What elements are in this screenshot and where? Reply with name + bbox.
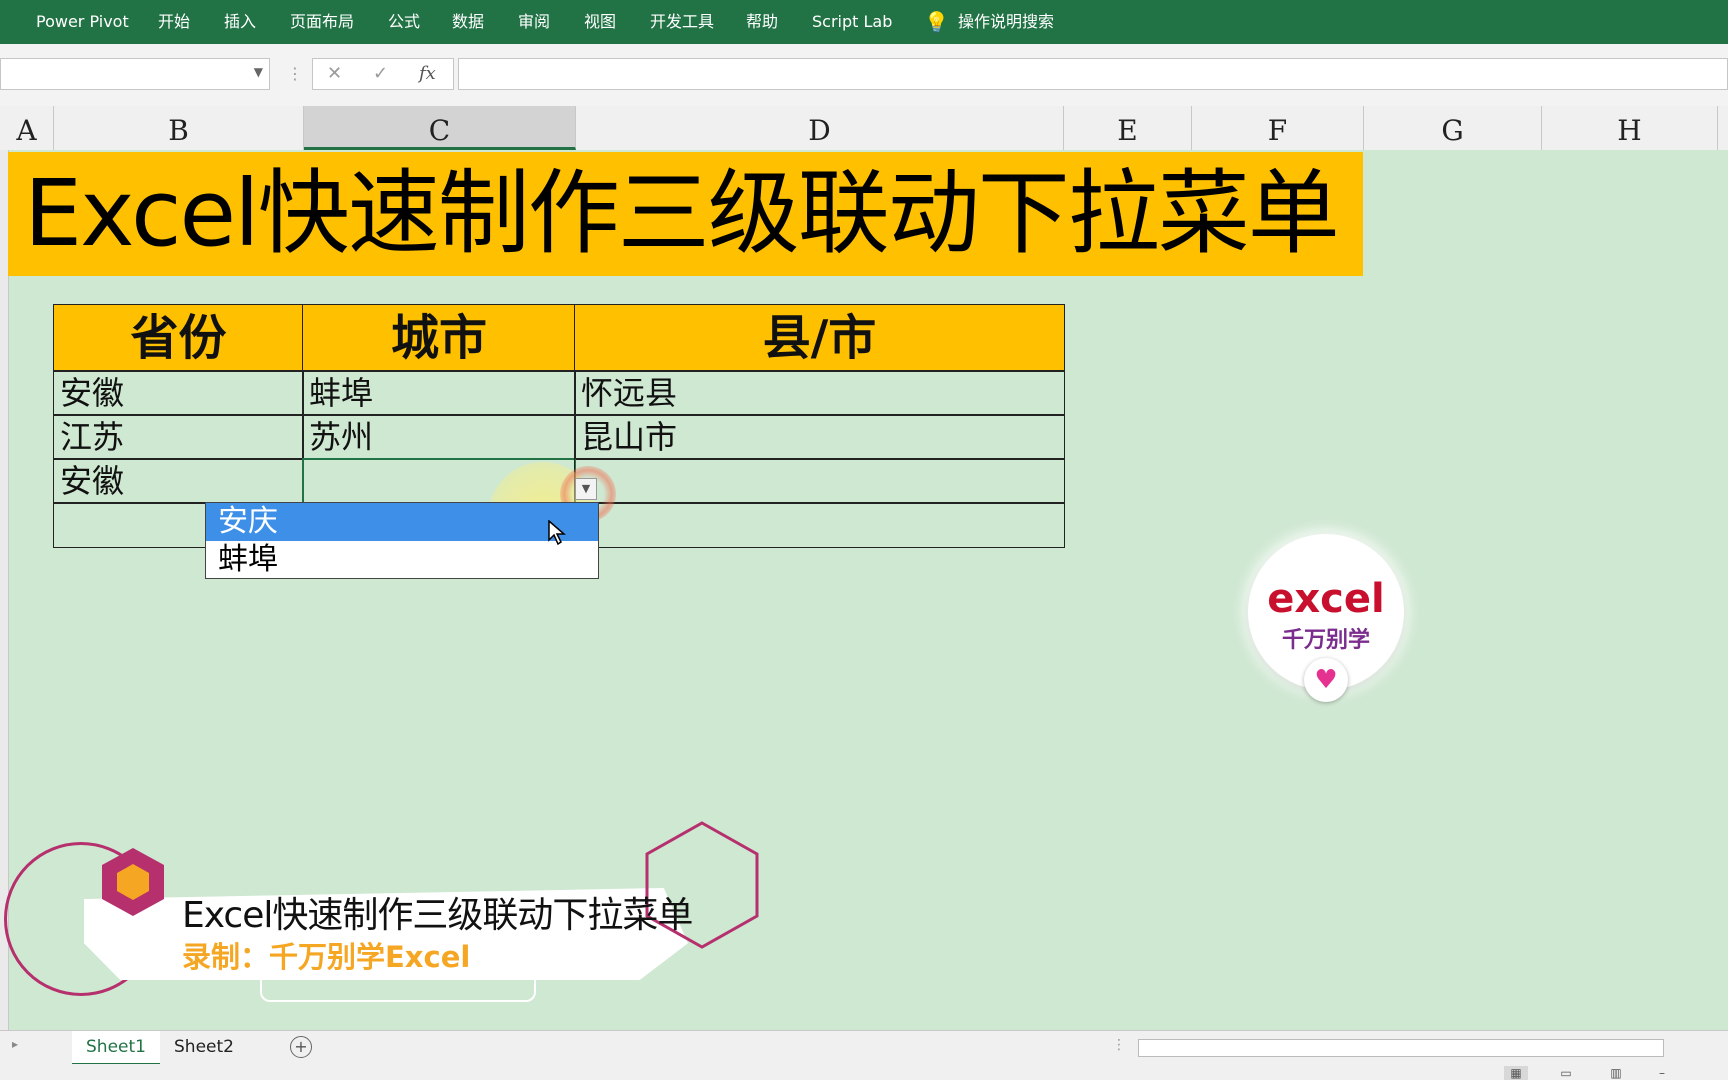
table-cell[interactable]: 怀远县 <box>574 370 1065 416</box>
table-cell[interactable]: 苏州 <box>302 414 576 460</box>
column-header-f[interactable]: F <box>1192 106 1364 150</box>
cancel-icon[interactable]: ✕ <box>327 63 342 84</box>
tab-help[interactable]: 帮助 <box>746 0 778 44</box>
column-header-a[interactable]: A <box>0 106 54 150</box>
column-header-b[interactable]: B <box>54 106 304 150</box>
enter-icon[interactable]: ✓ <box>373 63 388 84</box>
normal-view-icon[interactable]: ▦ <box>1504 1066 1528 1080</box>
table-cell[interactable] <box>574 502 1065 548</box>
dropdown-list: 安庆 蚌埠 <box>205 502 599 579</box>
caption-subtitle: 录制：千万别学Excel <box>182 940 471 974</box>
header-province[interactable]: 省份 <box>53 304 304 372</box>
formula-tools: ✕ ✓ fx <box>312 58 454 90</box>
header-county[interactable]: 县/市 <box>574 304 1065 372</box>
logo-text-subtitle: 千万别学 <box>1281 628 1370 653</box>
column-headers: A B C D E F G H <box>0 106 1728 151</box>
tab-home[interactable]: 开始 <box>158 0 190 44</box>
column-header-h[interactable]: H <box>1542 106 1718 150</box>
tab-data[interactable]: 数据 <box>452 0 484 44</box>
splitter-icon[interactable]: ⋮ <box>1112 1037 1126 1053</box>
caption-title: Excel快速制作三级联动下拉菜单 <box>182 895 693 936</box>
tab-script-lab[interactable]: Script Lab <box>812 0 892 44</box>
formula-input[interactable] <box>458 58 1728 90</box>
channel-logo: excel 千万别学 ♥ <box>1248 534 1404 702</box>
zoom-out-icon[interactable]: – <box>1650 1066 1674 1080</box>
page-layout-view-icon[interactable]: ▭ <box>1554 1066 1578 1080</box>
lightbulb-icon: 💡 <box>924 10 949 34</box>
column-header-d[interactable]: D <box>576 106 1064 150</box>
dropdown-option[interactable]: 蚌埠 <box>206 541 598 579</box>
column-header-e[interactable]: E <box>1064 106 1192 150</box>
name-box[interactable]: ▼ <box>0 58 270 90</box>
heart-icon: ♥ <box>1304 658 1348 702</box>
dropdown-arrow-button[interactable]: ▼ <box>575 478 597 500</box>
sheet-tab-sheet2[interactable]: Sheet2 <box>164 1031 244 1063</box>
table-cell[interactable]: 蚌埠 <box>302 370 576 416</box>
formula-bar: ▼ ⋮ ✕ ✓ fx <box>0 44 1728 107</box>
tab-developer[interactable]: 开发工具 <box>650 0 714 44</box>
header-city[interactable]: 城市 <box>302 304 576 372</box>
dropdown-option[interactable]: 安庆 <box>206 503 598 541</box>
tab-insert[interactable]: 插入 <box>224 0 256 44</box>
table-cell[interactable]: 江苏 <box>53 414 304 460</box>
table-cell[interactable] <box>574 458 1065 504</box>
title-banner[interactable]: Excel快速制作三级联动下拉菜单 <box>8 152 1363 276</box>
table-cell[interactable]: 安徽 <box>53 458 304 504</box>
tab-page-layout[interactable]: 页面布局 <box>290 0 354 44</box>
mouse-pointer-icon <box>548 520 566 546</box>
tab-view[interactable]: 视图 <box>584 0 616 44</box>
scroll-left-icon[interactable]: ▸ <box>12 1037 18 1051</box>
tab-power-pivot[interactable]: Power Pivot <box>36 0 129 44</box>
tab-formulas[interactable]: 公式 <box>388 0 420 44</box>
sheet-tab-sheet1[interactable]: Sheet1 <box>72 1031 160 1066</box>
add-sheet-icon[interactable]: + <box>290 1036 312 1058</box>
table-cell[interactable]: 昆山市 <box>574 414 1065 460</box>
horizontal-scrollbar[interactable] <box>1138 1039 1664 1057</box>
sheet-tab-bar: ▸ Sheet1 Sheet2 + ⋮ ◀ <box>0 1030 1728 1066</box>
tell-me-search[interactable]: 操作说明搜索 <box>958 0 1054 44</box>
column-header-c[interactable]: C <box>304 106 576 150</box>
chevron-down-icon[interactable]: ▼ <box>254 65 263 79</box>
more-options-icon[interactable]: ⋮ <box>287 64 303 83</box>
page-break-view-icon[interactable]: ▥ <box>1604 1066 1628 1080</box>
table-cell[interactable]: 安徽 <box>53 370 304 416</box>
ribbon: Power Pivot 开始 插入 页面布局 公式 数据 审阅 视图 开发工具 … <box>0 0 1728 44</box>
hexagon-badge-icon <box>102 848 164 916</box>
logo-text-excel: excel <box>1267 576 1385 622</box>
insert-function-icon[interactable]: fx <box>419 63 436 84</box>
column-header-g[interactable]: G <box>1364 106 1542 150</box>
sheet-title: Excel快速制作三级联动下拉菜单 <box>24 160 1340 267</box>
tab-review[interactable]: 审阅 <box>518 0 550 44</box>
status-bar: ▦ ▭ ▥ – <box>0 1064 1728 1080</box>
